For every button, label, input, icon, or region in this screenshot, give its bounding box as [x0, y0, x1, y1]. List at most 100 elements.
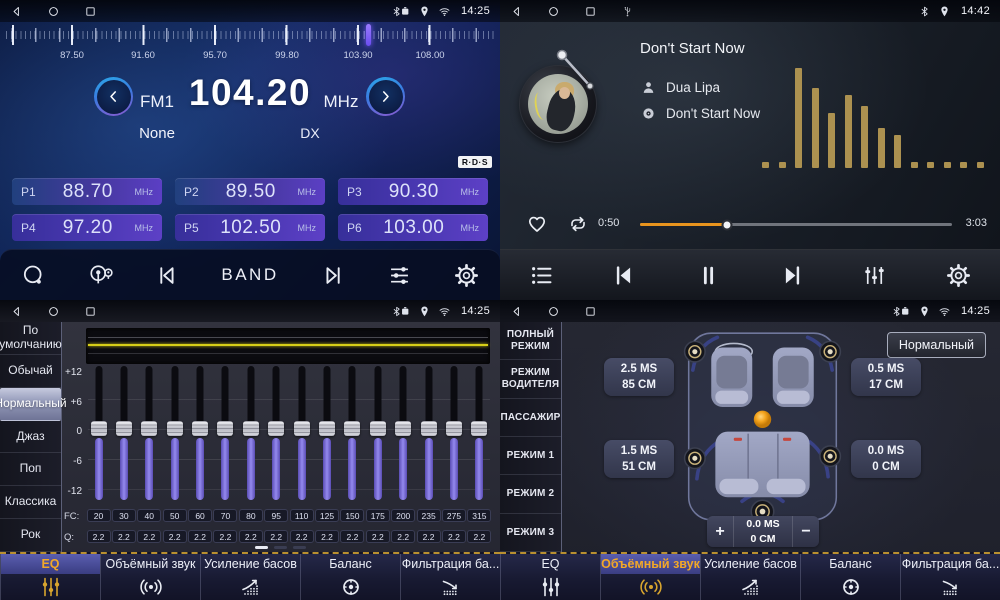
audio-tab[interactable]: Усиление басов: [700, 554, 800, 600]
slider-thumb[interactable]: [446, 421, 462, 436]
radio-preset-button[interactable]: P3 90.30 MHz: [338, 178, 488, 205]
eq-band-slider[interactable]: [391, 364, 416, 502]
eq-band-slider[interactable]: [137, 364, 162, 502]
scan-search-icon[interactable]: [20, 262, 47, 289]
home-icon[interactable]: [47, 5, 60, 18]
equalizer-icon[interactable]: [386, 262, 413, 289]
slider-thumb[interactable]: [91, 421, 107, 436]
eq-band-slider[interactable]: [238, 364, 263, 502]
recents-icon[interactable]: [584, 305, 597, 318]
slider-thumb[interactable]: [370, 421, 386, 436]
slider-thumb[interactable]: [243, 421, 259, 436]
audio-tab[interactable]: Фильтрация ба...: [400, 554, 500, 600]
settings-gear-icon[interactable]: [945, 262, 972, 289]
eq-band-slider[interactable]: [315, 364, 340, 502]
radio-preset-button[interactable]: P2 89.50 MHz: [175, 178, 325, 205]
eq-preset-item[interactable]: По умолчанию: [0, 322, 61, 355]
tuning-marker[interactable]: [366, 24, 371, 46]
band-button[interactable]: BAND: [221, 265, 278, 285]
eq-band-slider[interactable]: [467, 364, 492, 502]
front-left-delay[interactable]: 2.5 MS 85 CM: [604, 358, 674, 396]
eq-preset-item[interactable]: Рок: [0, 519, 61, 552]
audio-tab[interactable]: Объёмный звук: [600, 554, 700, 600]
slider-thumb[interactable]: [395, 421, 411, 436]
eq-band-slider[interactable]: [264, 364, 289, 502]
slider-thumb[interactable]: [141, 421, 157, 436]
radio-preset-button[interactable]: P4 97.20 MHz: [12, 214, 162, 241]
radio-preset-button[interactable]: P5 102.50 MHz: [175, 214, 325, 241]
eq-band-slider[interactable]: [162, 364, 187, 502]
next-track-icon[interactable]: [778, 262, 805, 289]
slider-thumb[interactable]: [268, 421, 284, 436]
home-icon[interactable]: [47, 305, 60, 318]
back-icon[interactable]: [10, 5, 23, 18]
slider-thumb[interactable]: [421, 421, 437, 436]
eq-band-slider[interactable]: [289, 364, 314, 502]
eq-band-slider[interactable]: [188, 364, 213, 502]
audio-tab[interactable]: Объёмный звук: [100, 554, 200, 600]
slider-thumb[interactable]: [344, 421, 360, 436]
eq-band-slider[interactable]: [86, 364, 111, 502]
back-icon[interactable]: [510, 305, 523, 318]
playlist-icon[interactable]: [528, 262, 555, 289]
rear-right-delay[interactable]: 0.0 MS 0 CM: [851, 440, 921, 478]
audio-tab[interactable]: Баланс: [300, 554, 400, 600]
broadcast-icon[interactable]: [87, 262, 114, 289]
mixer-icon[interactable]: [861, 262, 888, 289]
listening-mode-item[interactable]: РЕЖИМ 2: [500, 475, 561, 513]
slider-thumb[interactable]: [294, 421, 310, 436]
progress-bar[interactable]: [640, 223, 952, 226]
next-station-icon[interactable]: [319, 262, 346, 289]
progress-thumb[interactable]: [722, 219, 733, 230]
eq-band-slider[interactable]: [441, 364, 466, 502]
sound-profile-button[interactable]: Нормальный: [887, 332, 986, 358]
recents-icon[interactable]: [584, 5, 597, 18]
listening-mode-item[interactable]: ПАССАЖИР: [500, 399, 561, 437]
eq-band-slider[interactable]: [340, 364, 365, 502]
delay-decrease-button[interactable]: −: [793, 516, 819, 547]
rear-left-delay[interactable]: 1.5 MS 51 CM: [604, 440, 674, 478]
previous-station-icon[interactable]: [154, 262, 181, 289]
slider-thumb[interactable]: [319, 421, 335, 436]
audio-tab[interactable]: EQ: [500, 554, 600, 600]
audio-tab[interactable]: Усиление басов: [200, 554, 300, 600]
recents-icon[interactable]: [84, 305, 97, 318]
eq-band-slider[interactable]: [416, 364, 441, 502]
eq-preset-item[interactable]: Поп: [0, 453, 61, 486]
eq-band-slider[interactable]: [365, 364, 390, 502]
tune-up-button[interactable]: [366, 77, 405, 116]
audio-tab[interactable]: Фильтрация ба...: [900, 554, 1000, 600]
repeat-icon[interactable]: [566, 212, 590, 236]
slider-thumb[interactable]: [116, 421, 132, 436]
pause-icon[interactable]: [695, 262, 722, 289]
home-icon[interactable]: [547, 5, 560, 18]
listening-mode-item[interactable]: РЕЖИМ 3: [500, 514, 561, 552]
back-icon[interactable]: [10, 305, 23, 318]
eq-preset-item[interactable]: Джаз: [0, 421, 61, 454]
radio-preset-button[interactable]: P1 88.70 MHz: [12, 178, 162, 205]
favorite-heart-icon[interactable]: [525, 212, 549, 236]
slider-thumb[interactable]: [471, 421, 487, 436]
listening-mode-item[interactable]: РЕЖИМ 1: [500, 437, 561, 475]
frequency-ruler[interactable]: 87.5091.6095.7099.80103.90108.00: [6, 24, 494, 64]
back-icon[interactable]: [510, 5, 523, 18]
eq-preset-item[interactable]: Обычай: [0, 355, 61, 388]
delay-increase-button[interactable]: +: [707, 516, 733, 547]
previous-track-icon[interactable]: [611, 262, 638, 289]
eq-preset-item[interactable]: Нормальный: [0, 388, 61, 421]
settings-gear-icon[interactable]: [453, 262, 480, 289]
listening-mode-item[interactable]: ПОЛНЫЙ РЕЖИМ: [500, 322, 561, 360]
slider-thumb[interactable]: [167, 421, 183, 436]
listening-mode-item[interactable]: РЕЖИМ ВОДИТЕЛЯ: [500, 360, 561, 398]
slider-thumb[interactable]: [192, 421, 208, 436]
recents-icon[interactable]: [84, 5, 97, 18]
front-right-delay[interactable]: 0.5 MS 17 CM: [851, 358, 921, 396]
audio-tab[interactable]: Баланс: [800, 554, 900, 600]
eq-preset-item[interactable]: Классика: [0, 486, 61, 519]
eq-band-slider[interactable]: [111, 364, 136, 502]
radio-preset-button[interactable]: P6 103.00 MHz: [338, 214, 488, 241]
home-icon[interactable]: [547, 305, 560, 318]
audio-tab[interactable]: EQ: [0, 554, 100, 600]
slider-thumb[interactable]: [217, 421, 233, 436]
eq-band-slider[interactable]: [213, 364, 238, 502]
